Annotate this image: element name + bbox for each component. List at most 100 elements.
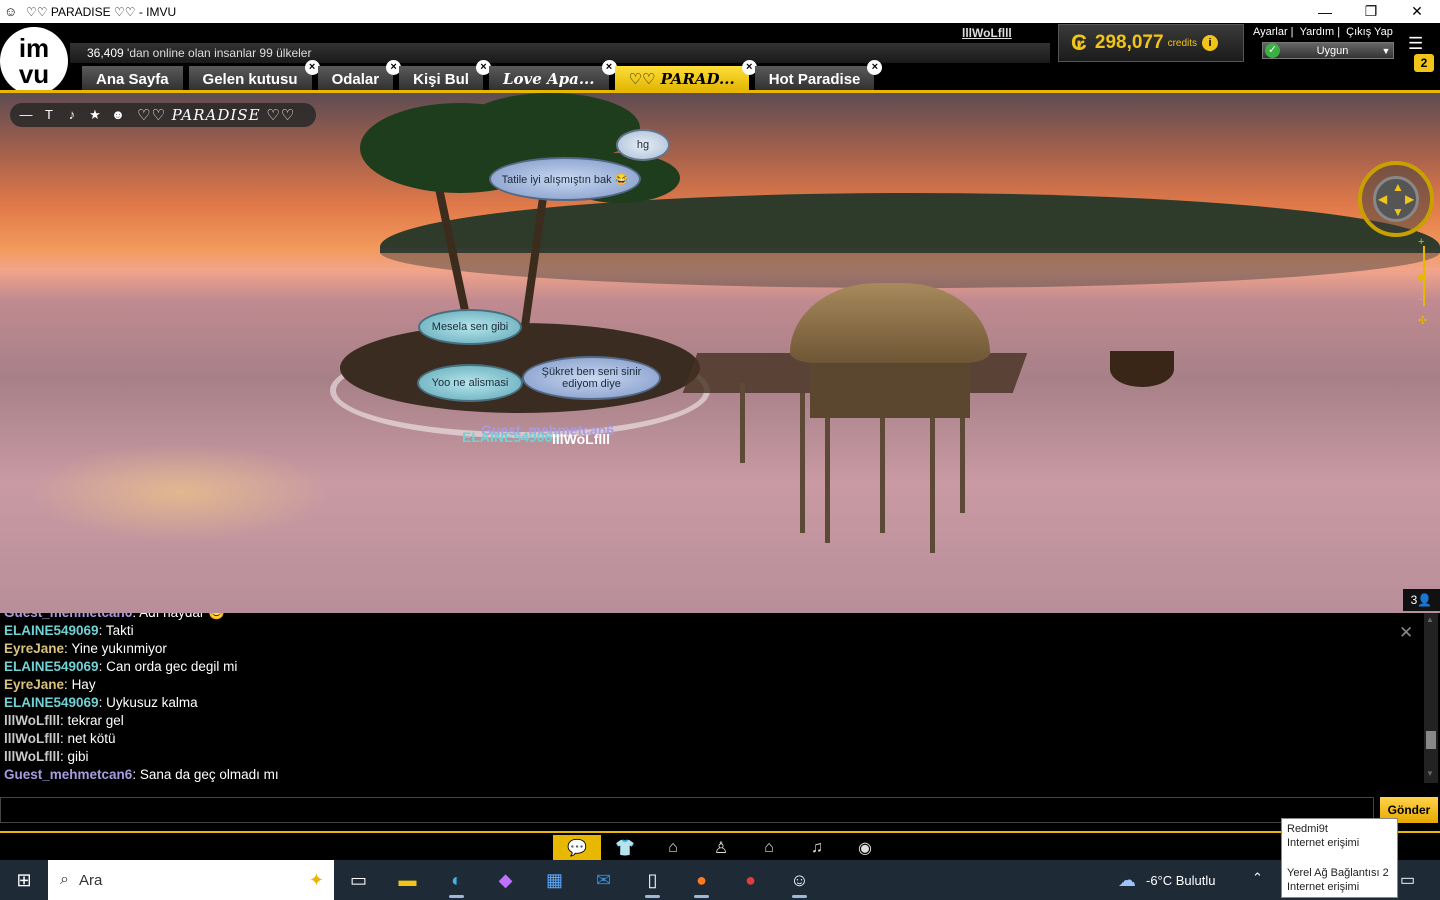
fit-view-icon[interactable]: ✣ <box>1418 314 1430 327</box>
network-tooltip: Redmi9t Internet erişimi Yerel Ağ Bağlan… <box>1281 818 1398 898</box>
scroll-down-icon[interactable]: ▼ <box>1426 769 1434 778</box>
avatar-icon[interactable]: ☻ <box>108 105 128 125</box>
chat-message: Hay <box>71 677 96 692</box>
imvu-shortcut-icon[interactable]: ● <box>726 860 775 900</box>
zoom-slider[interactable]: + ◆ − ✣ <box>1417 236 1430 328</box>
chevron-up-icon[interactable]: ⌃ <box>1252 870 1263 886</box>
chat-scrollbar[interactable]: ▲ ▼ <box>1424 613 1438 783</box>
zoom-knob[interactable]: ◆ <box>1417 272 1431 283</box>
tab-love-apa[interactable]: Love Apa... × <box>488 60 617 92</box>
camera-nav-ring[interactable]: ▲ ▼ ◀ ▶ <box>1358 161 1434 237</box>
gondola-boat[interactable] <box>1110 351 1174 387</box>
chat-line: lllWoLflll: net kötü <box>4 730 1404 748</box>
chat-username[interactable]: EyreJane <box>4 677 64 692</box>
chat-username[interactable]: ELAINE549069 <box>4 695 99 710</box>
credits-box[interactable]: ₢ 298,077 credits i <box>1058 24 1244 62</box>
status-dropdown[interactable]: ✓ Uygun ▼ <box>1262 42 1394 59</box>
notifications-icon[interactable]: ▭ <box>1400 870 1415 890</box>
chat-separator: : <box>98 623 106 638</box>
task-view-icon[interactable]: ▭ <box>334 860 383 900</box>
help-link[interactable]: Yardım <box>1300 26 1335 38</box>
chat-lines: Guest_mehmetcan6: Adı haydar 😊ELAINE5490… <box>4 613 1404 784</box>
windows-start-icon[interactable]: ⊞ <box>0 860 48 900</box>
close-button[interactable]: ✕ <box>1394 0 1440 23</box>
zoom-out-icon[interactable]: − <box>1418 294 1430 306</box>
minimize-button[interactable]: — <box>1302 0 1348 23</box>
camera-icon[interactable]: ◉ <box>841 835 889 860</box>
arrow-down-icon[interactable]: ▼ <box>1392 205 1404 219</box>
imvu-logo[interactable]: im vu <box>0 27 68 95</box>
logout-link[interactable]: Çıkış Yap <box>1346 26 1393 38</box>
store-icon[interactable]: ▦ <box>530 860 579 900</box>
chat-message: Adı haydar 😊 <box>139 613 225 620</box>
chat-bubble-icon[interactable]: 💬 <box>553 835 601 860</box>
online-count: 36,409 <box>87 46 124 60</box>
chat-message: Sana da geç olmadı mı <box>139 767 279 782</box>
room-3d-scene[interactable]: hg Tatile iyi alışmıştın bak 😂 Mesela se… <box>0 93 1440 613</box>
pose-icon[interactable]: ♙ <box>697 835 745 860</box>
chat-message: Yine yukınmiyor <box>71 641 167 656</box>
hanger-icon[interactable]: ⌂ <box>649 835 697 860</box>
tab-label: Gelen kutusu <box>202 70 298 88</box>
close-tab-icon[interactable]: × <box>867 60 883 75</box>
chat-username[interactable]: EyreJane <box>4 641 64 656</box>
windows-taskbar: ⊞ ⌕ Ara ✦ ▭ ▬ ◐ ◆ ▦ ✉ ▯ ● ● ☺ <box>0 860 1440 900</box>
chat-separator: : <box>98 695 107 710</box>
tab-rooms[interactable]: Odalar × <box>317 60 402 92</box>
imvu-running-icon[interactable]: ☺ <box>775 860 824 900</box>
home-icon[interactable]: ⌂ <box>745 835 793 860</box>
chat-separator: : <box>132 767 140 782</box>
arrow-right-icon[interactable]: ▶ <box>1405 192 1414 206</box>
info-icon[interactable]: i <box>1202 35 1219 51</box>
arrow-left-icon[interactable]: ◀ <box>1378 192 1387 206</box>
chevron-down-icon: ▼ <box>1381 45 1391 56</box>
notepad-icon[interactable]: ▯ <box>628 860 677 900</box>
profile-username-link[interactable]: lllWoLflll <box>962 26 1012 40</box>
camera-pad[interactable]: ▲ ▼ ◀ ▶ <box>1373 176 1419 222</box>
chat-username[interactable]: Guest_mehmetcan6 <box>4 767 132 782</box>
edge-icon[interactable]: ◐ <box>432 860 481 900</box>
menu-icon[interactable]: ☰ <box>1408 35 1432 53</box>
maximize-button[interactable]: ❐ <box>1348 0 1394 23</box>
outlook-icon[interactable]: ✉ <box>579 860 628 900</box>
music-icon[interactable]: ♪ <box>62 105 82 125</box>
chat-username[interactable]: ELAINE549069 <box>4 659 99 674</box>
tab-inbox[interactable]: Gelen kutusu × <box>188 60 320 92</box>
copilot-icon[interactable]: ◆ <box>481 860 530 900</box>
arrow-up-icon[interactable]: ▲ <box>1392 180 1404 194</box>
chat-bubble: Tatile iyi alışmıştın bak 😂 <box>489 157 641 201</box>
taskbar-search[interactable]: ⌕ Ara ✦ <box>48 860 334 900</box>
firefox-icon[interactable]: ● <box>677 860 726 900</box>
shirt-icon[interactable]: 👕 <box>601 835 649 860</box>
notification-badge[interactable]: 2 <box>1414 54 1434 72</box>
chat-username[interactable]: ELAINE549069 <box>4 623 99 638</box>
pier-pole <box>800 393 805 533</box>
chat-username[interactable]: lllWoLflll <box>4 713 60 728</box>
chat-username[interactable]: lllWoLflll <box>4 731 60 746</box>
network-name: Redmi9t <box>1287 823 1328 835</box>
favorite-star-icon[interactable]: ★ <box>85 105 105 125</box>
scroll-thumb[interactable] <box>1426 731 1436 749</box>
avatar-name-elaine[interactable]: ELAINE549069 <box>462 429 560 445</box>
chat-username[interactable]: Guest_mehmetcan6 <box>4 613 132 620</box>
avatar-name-wolf[interactable]: lllWoLflll <box>552 431 610 447</box>
file-explorer-icon[interactable]: ▬ <box>383 860 432 900</box>
tab-hot-paradise[interactable]: Hot Paradise × <box>754 60 883 92</box>
chat-bubble: Mesela sen gibi <box>418 309 522 345</box>
close-chat-icon[interactable]: ✕ <box>1399 623 1413 643</box>
music-note-icon[interactable]: ♫ <box>793 835 841 860</box>
collapse-icon[interactable]: — <box>16 105 36 125</box>
tab-home[interactable]: Ana Sayfa <box>82 66 183 92</box>
weather-widget[interactable]: ☁ -6°C Bulutlu <box>1118 860 1216 900</box>
text-icon[interactable]: T <box>39 105 59 125</box>
chat-input[interactable] <box>0 797 1374 823</box>
chat-username[interactable]: lllWoLflll <box>4 749 60 764</box>
chat-message: Uykusuz kalma <box>106 695 198 710</box>
imvu-app-icon: ☺ <box>4 3 18 19</box>
chat-line: Guest_mehmetcan6: Adı haydar 😊 <box>4 613 1404 622</box>
settings-link[interactable]: Ayarlar <box>1253 26 1288 38</box>
participants-count[interactable]: 3 👤 <box>1403 589 1440 611</box>
tab-find-people[interactable]: Kişi Bul × <box>399 60 491 92</box>
tab-paradise[interactable]: ♡♡ PARAD... × <box>614 60 757 92</box>
scroll-up-icon[interactable]: ▲ <box>1426 615 1434 624</box>
